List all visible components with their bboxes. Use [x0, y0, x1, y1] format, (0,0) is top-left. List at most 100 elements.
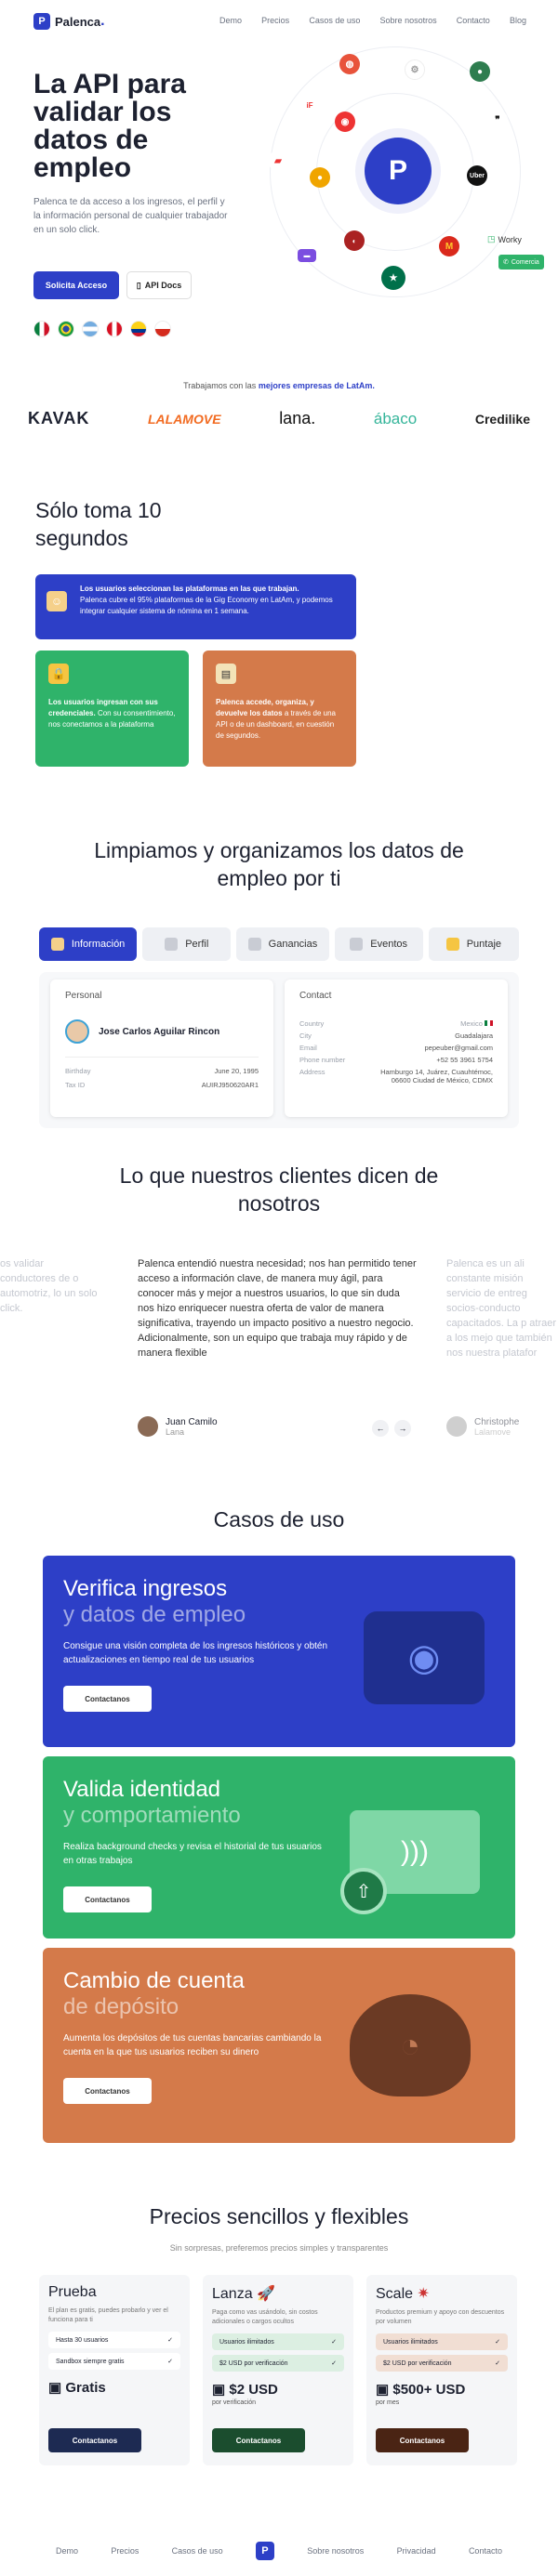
- worky-icon: ◳: [487, 234, 496, 243]
- check-icon: ✓: [167, 2359, 173, 2365]
- plan-scale-contact-button[interactable]: Contactanos: [376, 2428, 469, 2452]
- case-2-text: Realiza background checks y revisa el hi…: [63, 1842, 322, 1866]
- tab-informacion-label: Información: [71, 939, 126, 950]
- calendar-icon: ▣: [48, 2380, 62, 2396]
- plan-prueba-contact-button[interactable]: Contactanos: [48, 2428, 141, 2452]
- testimonial-quote: Palenca entendió nuestra necesidad; nos …: [138, 1256, 417, 1360]
- pricing-title: Precios sencillos y flexibles: [149, 2204, 409, 2228]
- uber-icon: Uber: [467, 165, 487, 186]
- green-app-icon: ●: [470, 61, 490, 82]
- cases-title: Casos de uso: [213, 1507, 345, 1531]
- nav-blog[interactable]: Blog: [510, 16, 526, 25]
- country-label: Country: [299, 1019, 325, 1028]
- personal-label: Personal: [65, 991, 102, 1001]
- prev-arrow-button[interactable]: ←: [372, 1420, 389, 1437]
- piggy-bank-icon: ◔: [350, 1994, 471, 2096]
- testimonial-prev-partial: os validar conductores de o automotriz, …: [0, 1258, 98, 1314]
- nav-casos[interactable]: Casos de uso: [309, 16, 360, 25]
- worky-logo: ◳ Worky: [487, 234, 522, 244]
- plan-scale-feature-1: Usuarios ilimitados ✓: [376, 2333, 508, 2350]
- brand-logo[interactable]: P Palenca.: [33, 13, 105, 30]
- testimonials-title: Lo que nuestros clientes dicen de nosotr…: [119, 1163, 439, 1216]
- tab-eventos[interactable]: Eventos: [334, 927, 423, 961]
- nav-precios[interactable]: Precios: [261, 16, 289, 25]
- step-2-card: 🔒 Los usuarios ingresan con sus credenci…: [35, 651, 189, 767]
- plan-lanza-name: Lanza: [212, 2286, 253, 2302]
- plan-scale: Scale ✷ Productos premium y apoyo con de…: [366, 2275, 517, 2465]
- case-3-contact-button[interactable]: Contactanos: [63, 2078, 152, 2104]
- feature-text: Usuarios ilimitados: [383, 2338, 438, 2346]
- footer-precios[interactable]: Precios: [111, 2546, 139, 2556]
- worky-label: Worky: [498, 234, 522, 244]
- tab-informacion[interactable]: Información: [39, 927, 138, 961]
- footer-demo[interactable]: Demo: [56, 2546, 78, 2556]
- api-docs-button[interactable]: ▯ API Docs: [126, 271, 192, 299]
- footer-casos[interactable]: Casos de uso: [172, 2546, 223, 2556]
- partners-caption: Trabajamos con las mejores empresas de L…: [0, 381, 558, 390]
- case-1-subtitle: y datos de empleo: [63, 1602, 246, 1627]
- plan-scale-desc: Productos premium y apoyo con descuentos…: [376, 2309, 505, 2325]
- tab-eventos-label: Eventos: [370, 939, 408, 950]
- avatar: [65, 1019, 89, 1044]
- plan-scale-feature-2: $2 USD por verificación ✓: [376, 2355, 508, 2372]
- feature-text: Usuarios ilimitados: [219, 2338, 274, 2346]
- footer-sobre[interactable]: Sobre nosotros: [307, 2546, 364, 2556]
- case-2-title: Valida identidad: [63, 1777, 221, 1802]
- birthday-value: June 20, 1995: [214, 1067, 259, 1075]
- brand-name: Palenca: [55, 14, 101, 29]
- credilike-logo: Credilike: [474, 411, 530, 427]
- comercia-label: Comercia: [511, 258, 539, 266]
- nav-demo[interactable]: Demo: [219, 16, 242, 25]
- plan-lanza-contact-button[interactable]: Contactanos: [212, 2428, 305, 2452]
- hero-title: La API para validar los datos de empleo: [33, 69, 186, 183]
- partners-caption-bold: mejores empresas de LatAm.: [258, 381, 375, 390]
- calendar-icon: ▣: [212, 2382, 226, 2398]
- food-app-icon: ◐: [344, 230, 365, 251]
- next-arrow-button[interactable]: →: [394, 1420, 411, 1437]
- request-access-button[interactable]: Solicita Acceso: [33, 271, 119, 299]
- lana-logo: lana.: [279, 409, 316, 427]
- case-1-text: Consigue una visión completa de los ingr…: [63, 1641, 328, 1665]
- lalamove-logo: LALAMOVE: [147, 411, 221, 427]
- hero-subtitle: Palenca te da acceso a los ingresos, el …: [33, 197, 228, 235]
- tab-ganancias[interactable]: Ganancias: [236, 927, 329, 961]
- kavak-logo: KAVAK: [28, 409, 90, 427]
- comercia-badge: ✆ Comercia: [498, 255, 544, 269]
- flag-chile-icon: [154, 321, 171, 337]
- nav-contacto[interactable]: Contacto: [457, 16, 490, 25]
- case-3-title: Cambio de cuenta: [63, 1968, 245, 1993]
- check-icon: ✓: [167, 2337, 173, 2344]
- city-value: Guadalajara: [455, 1032, 493, 1040]
- address-label: Address: [299, 1068, 326, 1076]
- didi-icon: ◍: [339, 54, 360, 74]
- author-avatar: [138, 1416, 158, 1437]
- case-verify-income: Verifica ingresos y datos de empleo Consi…: [43, 1556, 515, 1747]
- flag-argentina-icon: [82, 321, 99, 337]
- tab-puntaje[interactable]: Puntaje: [428, 927, 519, 961]
- rocket-icon: 🚀: [257, 2286, 275, 2302]
- plan-prueba: Prueba El plan es gratis, puedes probarl…: [39, 2275, 190, 2465]
- footer-privacidad[interactable]: Privacidad: [397, 2546, 436, 2556]
- author-2-company: Lalamove: [474, 1426, 512, 1437]
- plan-prueba-amount: Gratis: [65, 2380, 106, 2396]
- plan-scale-name: Scale: [376, 2286, 414, 2302]
- star-icon: [445, 938, 459, 951]
- testimonial-next-partial: Palenca es un ali constante misión servi…: [446, 1258, 557, 1359]
- whatsapp-icon: ✆: [503, 259, 509, 266]
- step-3-card: ▤ Palenca accede, organiza, y devuelve l…: [203, 651, 356, 767]
- plan-lanza-desc: Paga como vas usándolo, sin costos adici…: [212, 2309, 318, 2325]
- footer-logo[interactable]: P: [255, 2542, 274, 2560]
- country-flags: [33, 321, 179, 342]
- yellow-app-icon: ●: [310, 167, 330, 188]
- purple-app-icon: ▬: [298, 249, 316, 262]
- footer-contacto[interactable]: Contacto: [469, 2546, 502, 2556]
- check-icon: ✓: [495, 2360, 500, 2367]
- tab-puntaje-label: Puntaje: [466, 939, 502, 950]
- steps-title: Sólo toma 10 segundos: [35, 498, 162, 550]
- nav-sobre[interactable]: Sobre nosotros: [380, 16, 437, 25]
- case-1-contact-button[interactable]: Contactanos: [63, 1686, 152, 1712]
- tab-perfil[interactable]: Perfil: [142, 927, 232, 961]
- rappi-icon: ◉: [335, 112, 355, 132]
- case-2-contact-button[interactable]: Contactanos: [63, 1886, 152, 1912]
- tab-perfil-label: Perfil: [185, 939, 209, 950]
